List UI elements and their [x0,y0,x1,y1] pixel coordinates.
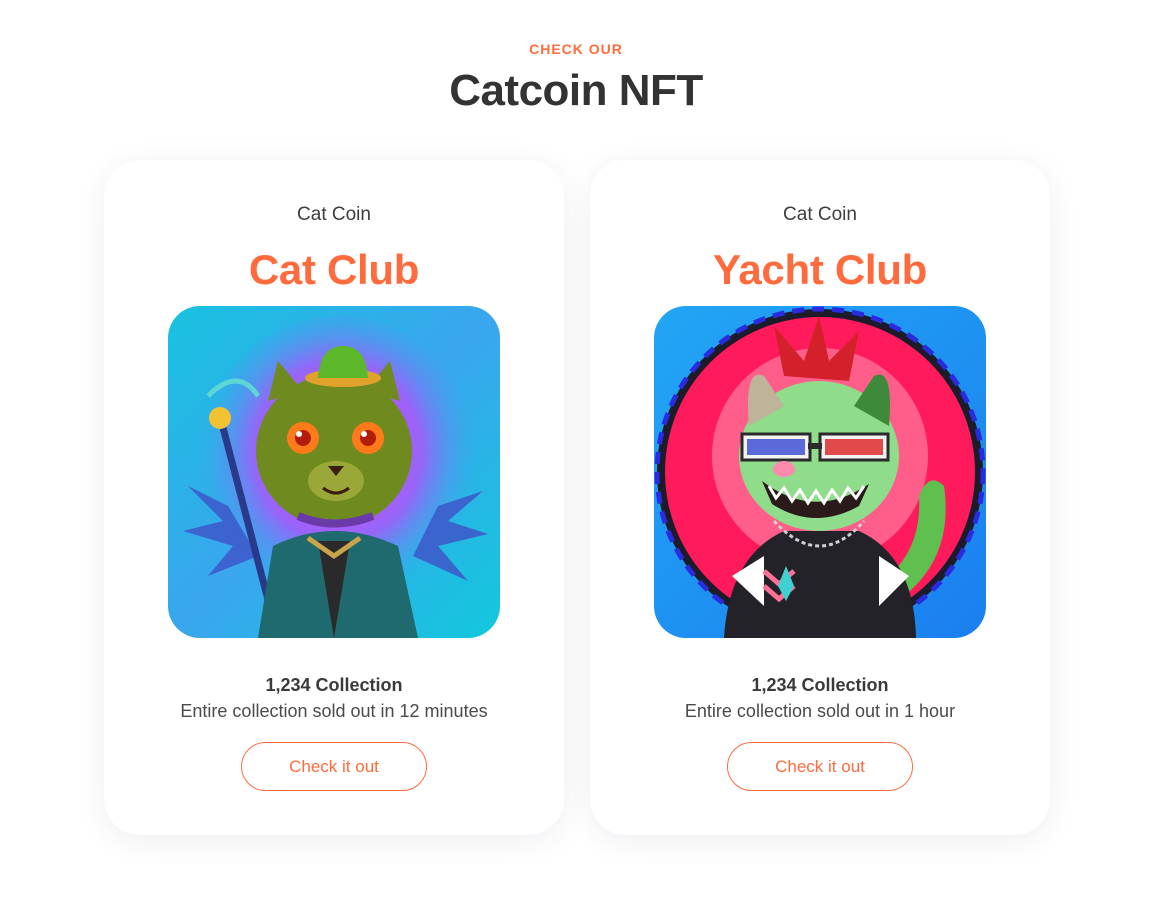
card-collection-name: Cat Club [248,246,420,293]
collection-sold-out-note: Entire collection sold out in 12 minutes [180,701,488,721]
nft-card-cat-club: Cat Coin Cat Club 1,234 Collection Entir… [104,160,564,835]
green-cat-with-staff-image [168,306,500,638]
section-eyebrow: CHECK OUR [529,41,623,57]
nft-card-yacht-club: Cat Coin Yacht Club 1,234 Collection Ent… [590,160,1050,835]
section-title: Catcoin NFT [449,66,703,115]
punk-cat-with-3d-glasses-image [654,306,986,638]
collection-count: 1,234 Collection [751,675,889,695]
card-collection-name: Yacht Club [712,246,928,293]
collection-sold-out-note: Entire collection sold out in 1 hour [684,701,956,721]
check-it-out-button[interactable]: Check it out [727,742,913,791]
check-it-out-button[interactable]: Check it out [241,742,427,791]
collection-count: 1,234 Collection [265,675,403,695]
card-brand: Cat Coin [297,204,371,225]
card-brand: Cat Coin [783,204,857,225]
